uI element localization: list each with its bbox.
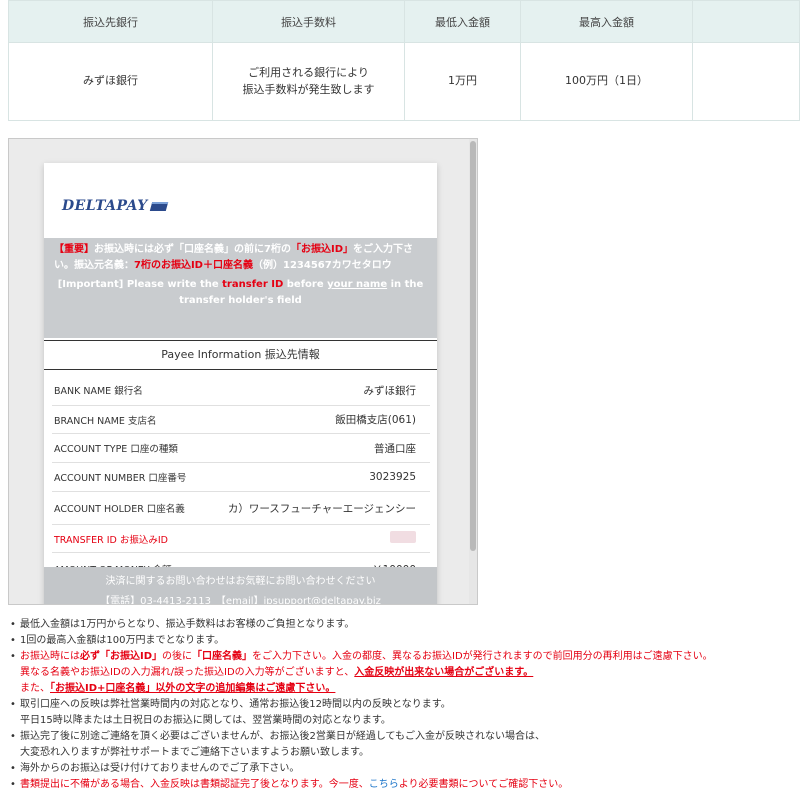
notice-en: [Important] Please write the transfer ID… [54,277,427,308]
deltapay-logo: DELTAPAY [62,195,168,217]
notice-en-id: transfer ID [222,279,284,290]
note7-a: 書類提出に不備がある場合、入金反映は書類認証完了後となります。今一度、 [20,779,369,790]
cell-max: 100万円（1日） [520,42,693,121]
notice-jp-id: 「お振込ID」 [290,244,353,255]
payee-title: Payee Information 振込先情報 [44,340,437,370]
payment-frame[interactable]: DELTAPAY 【重要】お振込時には必ず「口座名義」の前に7桁の「お振込ID」… [8,138,478,605]
notice-jp: 【重要】お振込時には必ず「口座名義」の前に7桁の「お振込ID」をご入力下さい。振… [54,242,427,273]
label-transfer-id: TRANSFER ID お振込みID [54,534,168,546]
label-account-number: ACCOUNT NUMBER 口座番号 [54,473,187,484]
label-account-holder: ACCOUNT HOLDER 口座名義 [54,504,185,515]
notice-en-b: before [286,279,324,290]
note-contact: 振込完了後に別途ご連絡を頂く必要はございませんが、お振込後2営業日が経過してもご… [8,729,798,761]
value-bank-name: みずほ銀行 [363,384,417,397]
notice-en-name: your name [327,279,388,290]
row-branch-name: BRANCH NAME 支店名 飯田橋支店(061) [52,406,430,434]
value-account-holder: カ）ワースフューチャーエージェンシー [227,502,416,515]
footer-contact: 【電話】03-4413-2113 【email】jpsupport@deltap… [100,596,381,605]
note-overseas: 海外からのお振込は受け付けておりませんのでご了承下さい。 [8,761,798,777]
logo-text: DELTAPAY [62,198,148,214]
note3-e: をご入力下さい。入金の都度、異なるお振込IDが発行されますので前回用分の再利用は… [252,651,713,662]
payee-rows: BANK NAME 銀行名 みずほ銀行 BRANCH NAME 支店名 飯田橋支… [52,375,430,585]
note4-b: 平日15時以降または土日祝日のお振込に関しては、翌営業時間の対応となります。 [20,715,391,726]
note3-g: 入金反映が出来ない場合がございます。 [354,667,534,678]
notice-tag: 【重要】 [54,244,94,255]
header-fee: 振込手数料 [212,0,405,43]
row-transfer-id: TRANSFER ID お振込みID [52,525,430,553]
notice-en-a: [Important] Please write the [57,279,219,290]
note4-a: 取引口座への反映は弊社営業時間内の対応となり、通常お振込後12時間以内の反映とな… [20,699,451,710]
note-min-deposit: 最低入金額は1万円からとなり、振込手数料はお客様のご負担となります。 [8,617,798,633]
note-max-deposit: 1回の最高入金額は100万円までとなります。 [8,633,798,649]
notice-jp-a: お振込時には必ず「口座名義」の前に7桁の [94,244,291,255]
cell-min: 1万円 [404,42,521,121]
header-bank: 振込先銀行 [8,0,213,43]
value-account-type: 普通口座 [374,442,416,455]
note3-f: 異なる名義やお振込IDの入力漏れ/誤った振込IDの入力等がございますと、 [20,667,355,678]
note3-c: の後に [162,651,193,662]
value-branch-name: 飯田橋支店(061) [335,414,416,426]
note3-a: お振込時には [20,651,80,662]
label-branch-name: BRANCH NAME 支店名 [54,415,157,427]
label-account-type: ACCOUNT TYPE 口座の種類 [54,444,178,455]
cell-fee-line2: 振込手数料が発生致します [242,82,375,96]
note3-i: 「お振込ID+口座名義」以外の文字の追加編集はご遠慮下さい。 [50,683,336,694]
bank-info-table: 振込先銀行 振込手数料 最低入金額 最高入金額 みずほ銀行 ご利用される銀行によ… [8,0,800,121]
note5-a: 振込完了後に別途ご連絡を頂く必要はございませんが、お振込後2営業日が経過してもご… [20,731,546,742]
row-account-type: ACCOUNT TYPE 口座の種類 普通口座 [52,434,430,463]
note3-h: また、 [20,683,50,694]
note3-d: 「口座名義」 [192,651,253,662]
value-account-number: 3023925 [369,471,416,483]
note-documents: 書類提出に不備がある場合、入金反映は書類認証完了後となります。今一度、こちらより… [8,777,798,793]
payee-card: DELTAPAY 【重要】お振込時には必ず「口座名義」の前に7桁の「お振込ID」… [44,163,437,605]
card-footer: 決済に関するお問い合わせはお気軽にお問い合わせください 【電話】03-4413-… [44,567,437,605]
note7-b: より必要書類についてご確認下さい。 [398,779,569,790]
important-notice: 【重要】お振込時には必ず「口座名義」の前に7桁の「お振込ID」をご入力下さい。振… [44,238,437,338]
note-transfer-id: お振込時には必ず「お振込ID」の後に「口座名義」をご入力下さい。入金の都度、異な… [8,649,798,697]
notes-list: 最低入金額は1万円からとなり、振込手数料はお客様のご負担となります。 1回の最高… [8,617,798,793]
row-account-holder: ACCOUNT HOLDER 口座名義 カ）ワースフューチャーエージェンシー [52,492,430,525]
note3-b: 必ず「お振込ID」 [80,651,163,662]
cell-fee: ご利用される銀行により 振込手数料が発生致します [212,42,405,121]
note-reflection: 取引口座への反映は弊社営業時間内の対応となり、通常お振込後12時間以内の反映とな… [8,697,798,729]
header-min: 最低入金額 [404,0,521,43]
cell-fee-line1: ご利用される銀行により [248,66,369,79]
documents-link[interactable]: こちら [369,779,399,790]
notice-jp-format: 7桁のお振込ID＋口座名義 [134,259,253,271]
header-max: 最高入金額 [520,0,693,43]
label-bank-name: BANK NAME 銀行名 [54,386,143,397]
row-bank-name: BANK NAME 銀行名 みずほ銀行 [52,375,430,406]
note5-b: 大変恐れ入りますが弊社サポートまでご連絡下さいますようお願い致します。 [20,747,369,758]
table-header-row: 振込先銀行 振込手数料 最低入金額 最高入金額 [8,0,800,43]
frame-scrollbar[interactable] [469,139,477,604]
header-extra [692,0,800,43]
cell-bank: みずほ銀行 [8,42,213,121]
notice-jp-example: （例）1234567カワセタロウ [252,259,392,271]
redacted-transfer-id [390,531,416,543]
value-transfer-id [390,531,428,546]
scrollbar-thumb[interactable] [470,141,476,551]
cell-extra [692,42,800,121]
card-icon [149,201,168,211]
row-account-number: ACCOUNT NUMBER 口座番号 3023925 [52,463,430,492]
footer-inquiry: 決済に関するお問い合わせはお気軽にお問い合わせください [105,576,376,587]
table-row: みずほ銀行 ご利用される銀行により 振込手数料が発生致します 1万円 100万円… [8,42,800,121]
